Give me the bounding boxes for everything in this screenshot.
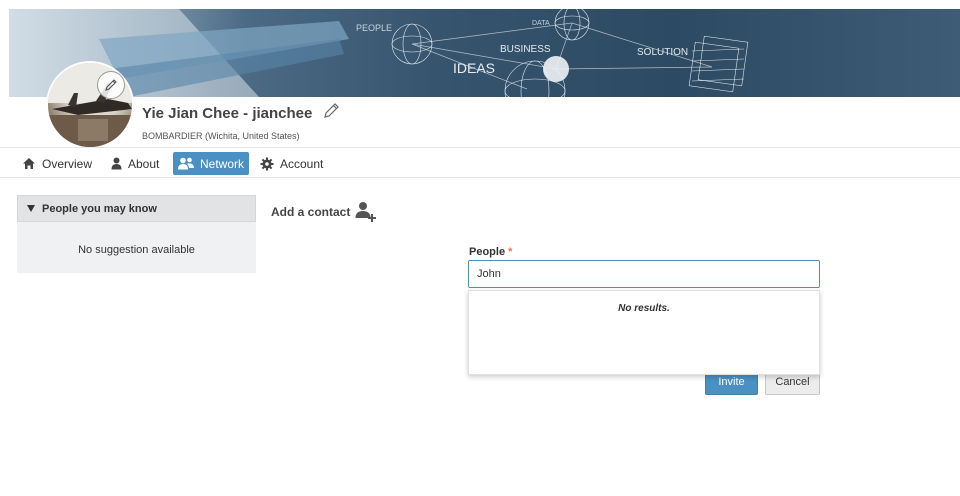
required-mark: * (508, 246, 513, 258)
banner-word-ideas: IDEAS (453, 60, 495, 76)
pencil-icon (105, 79, 117, 91)
people-you-may-know-header[interactable]: People you may know (17, 195, 256, 222)
tab-about[interactable]: About (106, 152, 164, 175)
add-contact-header: Add a contact (271, 201, 377, 223)
tab-network[interactable]: Network (173, 152, 250, 175)
avatar-edit-button[interactable] (97, 71, 125, 99)
home-icon (23, 158, 35, 169)
people-you-may-know-title: People you may know (42, 202, 157, 215)
tab-about-label: About (128, 156, 160, 171)
profile-banner: PEOPLE DATA BUSINESS IDEAS SOLUTION (9, 9, 960, 97)
no-suggestion-text: No suggestion available (78, 244, 195, 256)
banner-word-solution: SOLUTION (637, 47, 688, 58)
users-icon (178, 157, 194, 170)
user-icon (111, 157, 122, 170)
gear-icon (260, 157, 274, 170)
edit-name-button[interactable] (322, 102, 340, 125)
people-label-text: People (469, 246, 506, 258)
caret-down-icon (27, 205, 35, 212)
tab-network-label: Network (200, 156, 245, 171)
banner-word-data: DATA (532, 20, 550, 27)
pencil-icon (324, 103, 339, 118)
no-results-text: No results. (618, 303, 670, 314)
banner-word-business: BUSINESS (500, 44, 551, 55)
profile-company: BOMBARDIER (Wichita, United States) (142, 131, 300, 141)
banner-word-people: PEOPLE (356, 23, 392, 33)
add-user-icon (355, 202, 377, 222)
tab-overview-label: Overview (42, 156, 93, 171)
tab-account-label: Account (280, 156, 324, 171)
people-results-dropdown: No results. (468, 290, 820, 375)
tab-overview[interactable]: Overview (17, 152, 97, 175)
profile-nav: Overview About Network Account (0, 147, 960, 178)
banner-graphic: PEOPLE DATA BUSINESS IDEAS SOLUTION (9, 9, 749, 97)
people-input[interactable] (468, 260, 820, 288)
profile-name: Yie Jian Chee - jianchee (142, 105, 313, 122)
tab-account[interactable]: Account (255, 152, 328, 175)
people-you-may-know-panel: People you may know No suggestion availa… (17, 195, 256, 273)
add-contact-title: Add a contact (271, 205, 351, 219)
people-field-label: People * (469, 246, 512, 258)
